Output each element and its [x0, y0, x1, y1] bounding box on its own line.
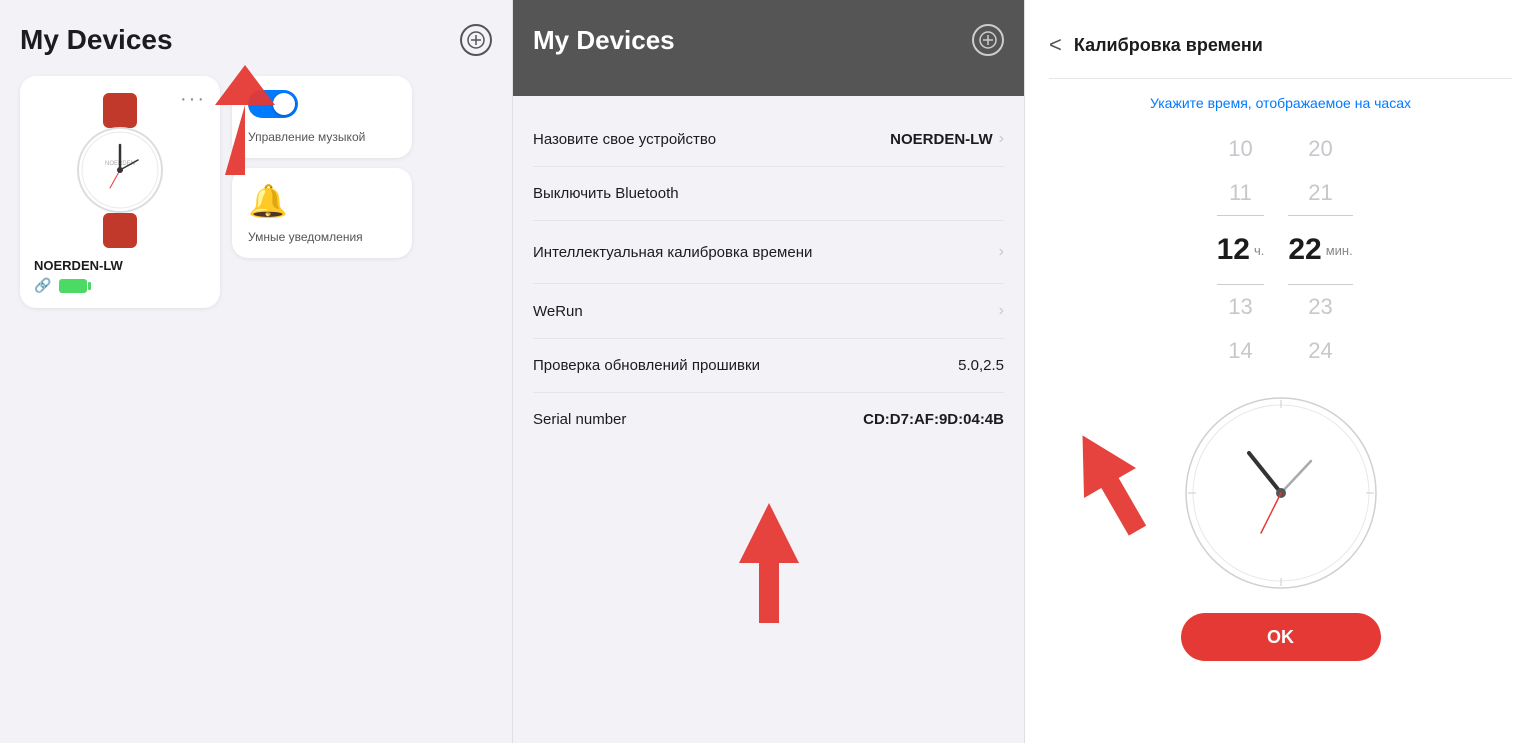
panel-1: My Devices ··· [0, 0, 512, 743]
watch-illustration: NOERDEN [34, 90, 206, 250]
hour-12: 12 [1217, 220, 1250, 280]
panel1-add-button[interactable] [460, 24, 492, 56]
minute-unit: мин. [1326, 243, 1353, 258]
time-picker-container[interactable]: 10 11 12 ч. 13 14 20 21 22 мин. 23 24 [1049, 127, 1512, 373]
label-firmware: Проверка обновлений прошивки [533, 357, 760, 374]
plus-icon-2 [979, 31, 997, 49]
panel-2: My Devices Назовите свое устройство NOER… [512, 0, 1024, 743]
value-firmware: 5.0,2.5 [958, 357, 1004, 374]
device-status: 🔗 [34, 277, 206, 294]
panel2-header: My Devices [513, 0, 1024, 96]
arrow-3 [1045, 418, 1175, 548]
panel3-header: < Калибровка времени [1049, 16, 1512, 79]
hour-13: 13 [1228, 285, 1252, 329]
min-20: 20 [1308, 127, 1332, 171]
arrow-1 [195, 55, 315, 185]
panel3-subtitle: Укажите время, отображаемое на часах [1049, 95, 1512, 111]
panel1-title: My Devices [20, 24, 173, 56]
hour-10: 10 [1228, 127, 1252, 171]
chevron-icon-0: › [999, 130, 1004, 148]
arrow-2 [689, 493, 849, 633]
settings-item-device-name[interactable]: Назовите свое устройство NOERDEN-LW › [533, 112, 1004, 167]
settings-item-time-calib[interactable]: Интеллектуальная калибровка времени › [533, 221, 1004, 284]
label-bluetooth: Выключить Bluetooth [533, 185, 679, 202]
min-22: 22 [1288, 220, 1321, 280]
settings-item-serial: Serial number CD:D7:AF:9D:04:4B [533, 393, 1004, 446]
value-device-name: NOERDEN-LW › [890, 130, 1004, 148]
settings-item-bluetooth[interactable]: Выключить Bluetooth [533, 167, 1004, 221]
settings-item-firmware[interactable]: Проверка обновлений прошивки 5.0,2.5 [533, 339, 1004, 393]
time-picker: 10 11 12 ч. 13 14 20 21 22 мин. 23 24 [1049, 127, 1512, 373]
panel2-title: My Devices [533, 25, 675, 56]
clock-face [1181, 393, 1381, 593]
chevron-icon-3: › [999, 302, 1004, 320]
hour-selected-row: 12 ч. [1217, 215, 1265, 285]
watch-svg: NOERDEN [65, 93, 175, 248]
link-icon: 🔗 [34, 277, 51, 294]
settings-list: Назовите свое устройство NOERDEN-LW › Вы… [533, 112, 1004, 446]
value-serial: CD:D7:AF:9D:04:4B [863, 411, 1004, 428]
panel3-title: Калибровка времени [1074, 35, 1263, 56]
min-24: 24 [1308, 329, 1332, 373]
chevron-icon-2: › [999, 243, 1004, 261]
notifications-label: Умные уведомления [248, 230, 363, 244]
back-button[interactable]: < [1049, 32, 1062, 58]
panel-3: < Калибровка времени Укажите время, отоб… [1024, 0, 1536, 743]
label-device-name: Назовите свое устройство [533, 131, 716, 148]
hour-14: 14 [1228, 329, 1252, 373]
panel1-header: My Devices [20, 24, 492, 56]
label-serial: Serial number [533, 411, 626, 428]
label-werun: WeRun [533, 303, 583, 320]
ok-button[interactable]: OK [1181, 613, 1381, 661]
plus-icon [467, 31, 485, 49]
bell-icon: 🔔 [248, 182, 288, 220]
panel2-content: Назовите свое устройство NOERDEN-LW › Вы… [533, 96, 1004, 446]
min-selected-row: 22 мин. [1288, 215, 1352, 285]
hour-unit: ч. [1254, 243, 1264, 258]
min-21: 21 [1308, 171, 1332, 215]
panel2-add-button[interactable] [972, 24, 1004, 56]
settings-item-werun[interactable]: WeRun › [533, 284, 1004, 339]
min-23: 23 [1308, 285, 1332, 329]
device-card[interactable]: ··· NOERDEN [20, 76, 220, 308]
battery-indicator [59, 279, 87, 293]
label-time-calib: Интеллектуальная калибровка времени [533, 244, 812, 261]
hour-11: 11 [1229, 171, 1252, 215]
panel2-header-inner: My Devices [533, 24, 1004, 56]
hours-column[interactable]: 10 11 12 ч. 13 14 [1201, 127, 1281, 373]
minutes-column[interactable]: 20 21 22 мин. 23 24 [1281, 127, 1361, 373]
device-name: NOERDEN-LW [34, 258, 206, 273]
